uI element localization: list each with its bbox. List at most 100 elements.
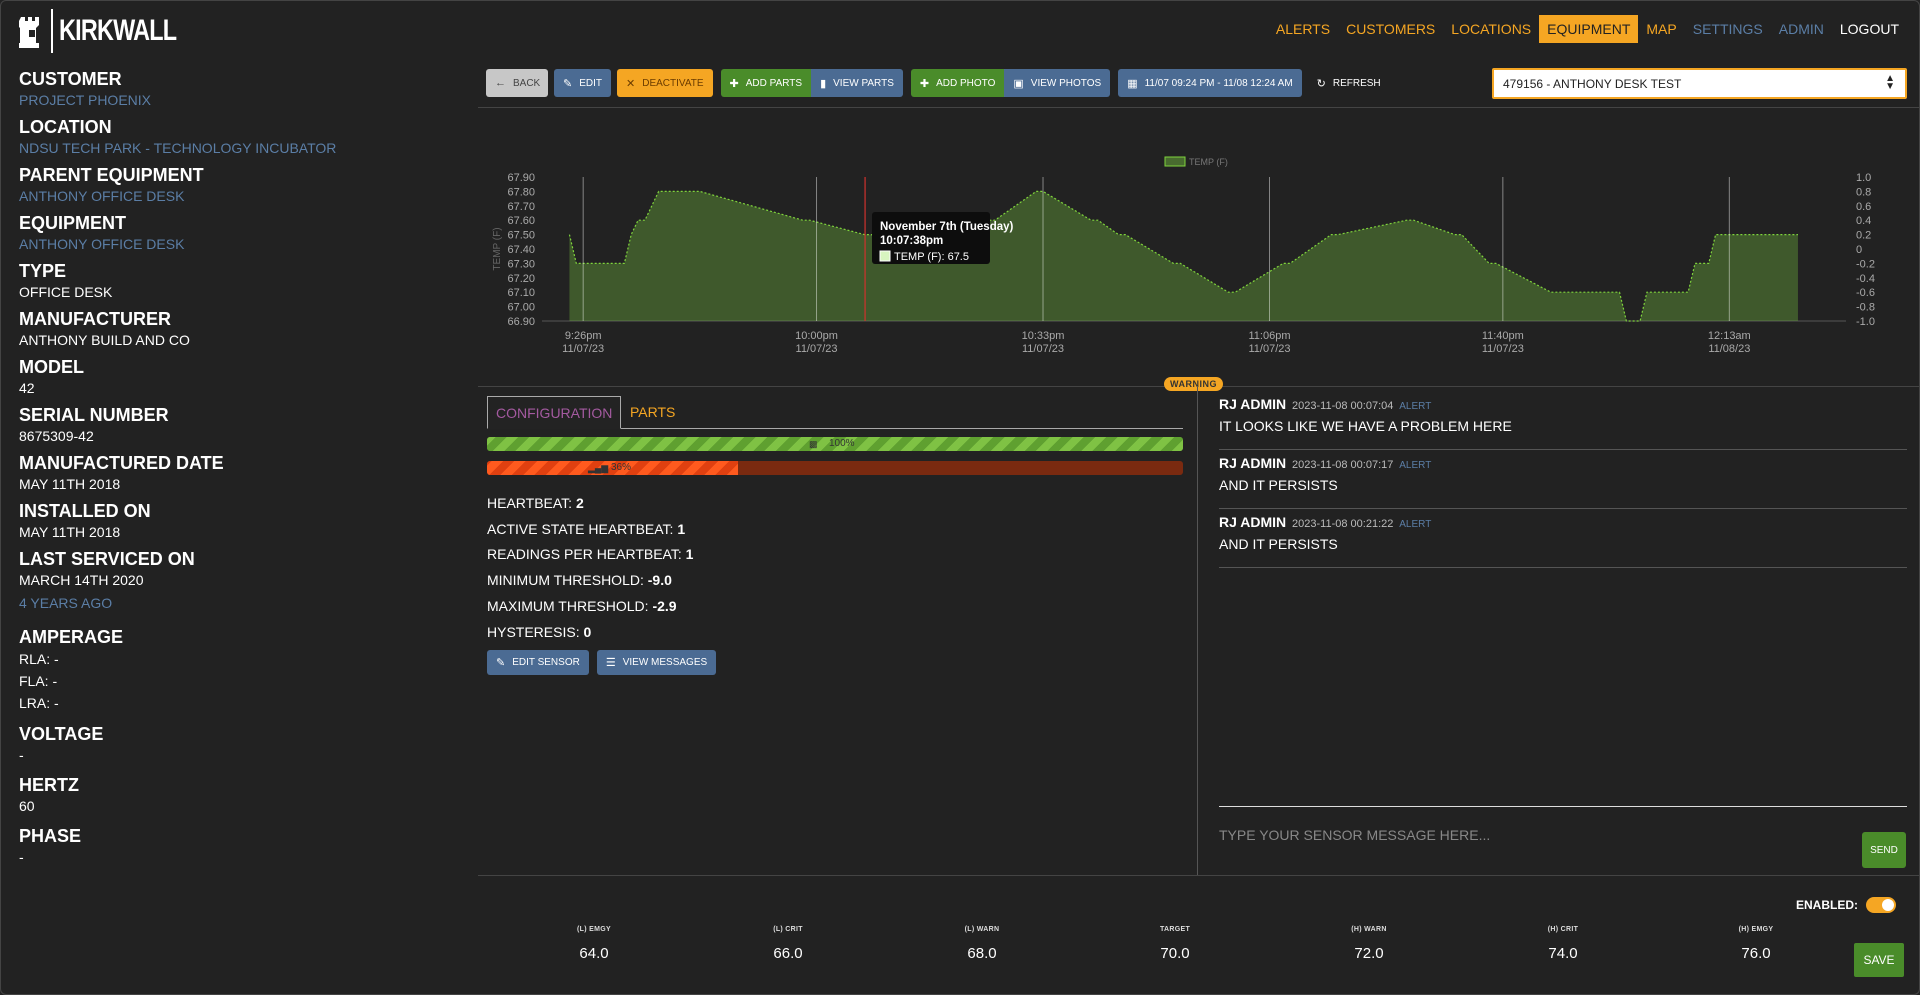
nav-logout[interactable]: LOGOUT: [1832, 15, 1907, 43]
y2-tick-label: 0.8: [1856, 186, 1871, 198]
date-range-button[interactable]: ▦ 11/07 09:24 PM - 11/08 12:24 AM: [1118, 69, 1302, 97]
x-tick-label: 9:26pm: [565, 330, 602, 342]
view-parts-button[interactable]: ▮ VIEW PARTS: [811, 69, 903, 97]
detail-value: -: [19, 849, 24, 865]
battery-bar: ▩ 100%: [487, 437, 1183, 451]
message-type: ALERT: [1399, 519, 1432, 530]
threshold-high-warning[interactable]: (H) WARN 72.0: [1309, 926, 1429, 962]
detail-label: LAST SERVICED ON: [19, 549, 195, 569]
detail-value: OFFICE DESK: [19, 284, 113, 300]
message-body: AND IT PERSISTS: [1219, 536, 1338, 552]
threshold-low-warning[interactable]: (L) WARN 68.0: [922, 926, 1042, 962]
config-actions: ✎ EDIT SENSOR ☰ VIEW MESSAGES: [487, 650, 722, 675]
detail-manufacturer: MANUFACTURER ANTHONY BUILD AND CO: [19, 309, 459, 350]
message-header: RJ ADMIN 2023-11-08 00:07:17 ALERT: [1219, 455, 1907, 471]
config-value: -2.9: [652, 597, 677, 614]
view-photos-button[interactable]: ▣ VIEW PHOTOS: [1004, 69, 1111, 97]
y2-tick-label: -0.2: [1856, 258, 1875, 270]
tab-parts[interactable]: PARTS: [622, 396, 683, 429]
nav-customers[interactable]: CUSTOMERS: [1338, 15, 1443, 43]
deactivate-button[interactable]: ✕ DEACTIVATE: [617, 69, 713, 97]
message-body: AND IT PERSISTS: [1219, 477, 1338, 493]
detail-label: SERIAL NUMBER: [19, 405, 169, 425]
threshold-value[interactable]: 74.0: [1503, 945, 1623, 962]
main-panel: ← BACK ✎ EDIT ✕ DEACTIVATE ✚ ADD PARTS ▮…: [478, 59, 1919, 994]
legend-label: TEMP (F): [1189, 157, 1228, 167]
nav-alerts[interactable]: ALERTS: [1268, 15, 1338, 43]
detail-customer: CUSTOMER PROJECT PHOENIX: [19, 69, 459, 110]
tooltip-value: TEMP (F): 67.5: [894, 251, 969, 263]
save-button[interactable]: SAVE: [1854, 943, 1904, 977]
refresh-label: REFRESH: [1332, 77, 1381, 89]
y-axis-title: TEMP (F): [492, 227, 503, 270]
nav-admin[interactable]: ADMIN: [1771, 15, 1832, 43]
threshold-target[interactable]: TARGET 70.0: [1115, 926, 1235, 962]
y-tick-label: 67.60: [507, 215, 535, 227]
brand-logo[interactable]: KIRKWALL: [19, 9, 209, 53]
threshold-high-critical[interactable]: (H) CRIT 74.0: [1503, 926, 1623, 962]
threshold-low-critical[interactable]: (L) CRIT 66.0: [728, 926, 848, 962]
sensor-select[interactable]: 479156 - ANTHONY DESK TEST ▲ ▼: [1492, 68, 1907, 99]
config-value: -9.0: [647, 572, 672, 589]
equipment-link[interactable]: ANTHONY OFFICE DESK: [19, 234, 459, 254]
sensor-select-value: 479156 - ANTHONY DESK TEST: [1503, 76, 1682, 91]
threshold-value[interactable]: 70.0: [1115, 945, 1235, 962]
send-button[interactable]: SEND: [1862, 832, 1906, 868]
refresh-button[interactable]: ↻ REFRESH: [1308, 69, 1390, 97]
x-tick-label: 12:13am: [1708, 330, 1751, 342]
customer-link[interactable]: PROJECT PHOENIX: [19, 90, 459, 110]
temp-area: [569, 191, 1798, 321]
message-item: RJ ADMIN 2023-11-08 00:07:17 ALERT AND I…: [1219, 450, 1907, 509]
enabled-toggle[interactable]: [1866, 897, 1896, 913]
nav-equipment[interactable]: EQUIPMENT: [1539, 15, 1639, 43]
y2-tick-label: 0.6: [1856, 201, 1871, 213]
y2-tick-label: -0.8: [1856, 302, 1875, 314]
y2-tick-label: -0.6: [1856, 287, 1875, 299]
nav-map[interactable]: MAP: [1638, 15, 1684, 43]
nav-settings[interactable]: SETTINGS: [1685, 15, 1771, 43]
config-value: 1: [677, 520, 686, 537]
edit-button[interactable]: ✎ EDIT: [554, 69, 611, 97]
app-window: KIRKWALL ALERTS CUSTOMERS LOCATIONS EQUI…: [0, 0, 1920, 995]
threshold-value[interactable]: 66.0: [728, 945, 848, 962]
image-icon: ▣: [1013, 77, 1024, 90]
threshold-value[interactable]: 64.0: [534, 945, 654, 962]
plus-icon: ✚: [729, 77, 739, 90]
tab-configuration[interactable]: CONFIGURATION: [487, 396, 622, 429]
detail-value: 60: [19, 798, 35, 814]
enabled-label: ENABLED:: [1796, 898, 1858, 912]
last-serviced-relative: 4 YEARS AGO: [19, 595, 113, 611]
detail-label: HERTZ: [19, 775, 79, 795]
threshold-label: (H) CRIT: [1547, 926, 1579, 933]
detail-label: MODEL: [19, 357, 84, 377]
signal-label: 36%: [611, 462, 632, 473]
detail-label: LOCATION: [19, 117, 112, 137]
refresh-icon: ↻: [1316, 77, 1326, 90]
location-link[interactable]: NDSU TECH PARK - TECHNOLOGY INCUBATOR: [19, 138, 459, 158]
y-tick-label: 67.80: [507, 186, 535, 198]
x-tick-date: 11/07/23: [796, 343, 838, 355]
signal-bar: ▂▄▆ 36%: [487, 461, 1183, 475]
threshold-value[interactable]: 68.0: [922, 945, 1042, 962]
threshold-value[interactable]: 72.0: [1309, 945, 1429, 962]
edit-sensor-button[interactable]: ✎ EDIT SENSOR: [487, 650, 589, 675]
threshold-high-emergency[interactable]: (H) EMGY 76.0: [1696, 926, 1816, 962]
threshold-low-emergency[interactable]: (L) EMGY 64.0: [534, 926, 654, 962]
add-parts-button[interactable]: ✚ ADD PARTS: [720, 69, 812, 97]
nav-locations[interactable]: LOCATIONS: [1443, 15, 1539, 43]
message-input[interactable]: TYPE YOUR SENSOR MESSAGE HERE...: [1219, 827, 1819, 843]
date-range-label: 11/07 09:24 PM - 11/08 12:24 AM: [1144, 77, 1293, 89]
config-readings-per-heartbeat: READINGS PER HEARTBEAT: 1: [487, 542, 693, 568]
config-key: MINIMUM THRESHOLD:: [487, 572, 644, 589]
threshold-label: TARGET: [1159, 926, 1191, 933]
threshold-value[interactable]: 76.0: [1696, 945, 1816, 962]
message-author: RJ ADMIN: [1219, 396, 1287, 412]
view-messages-button[interactable]: ☰ VIEW MESSAGES: [596, 650, 717, 675]
amperage-fla: FLA: -: [19, 673, 58, 689]
back-button[interactable]: ← BACK: [486, 69, 548, 97]
detail-manufactured-date: MANUFACTURED DATE MAY 11TH 2018: [19, 453, 459, 494]
top-navbar: KIRKWALL ALERTS CUSTOMERS LOCATIONS EQUI…: [1, 1, 1919, 59]
brand-name: KIRKWALL: [59, 14, 177, 47]
add-photo-button[interactable]: ✚ ADD PHOTO: [910, 69, 1005, 97]
parent-equipment-link[interactable]: ANTHONY OFFICE DESK: [19, 186, 459, 206]
